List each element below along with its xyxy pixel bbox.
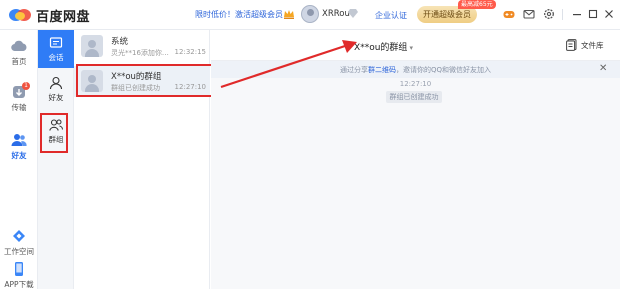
close-icon[interactable] xyxy=(603,8,615,20)
invite-notice-text: 通过分享群二维码，邀请你的QQ和微信好友加入 xyxy=(211,65,620,75)
file-library-label: 文件库 xyxy=(581,40,604,50)
nav-transfer[interactable]: 1 传输 xyxy=(0,82,38,113)
nav-friends[interactable]: 好友 xyxy=(0,133,38,161)
minimize-icon[interactable] xyxy=(571,8,583,20)
crown-icon[interactable] xyxy=(283,8,295,20)
avatar xyxy=(81,35,103,57)
chat-header: X**ou的群组 ▾ 文件库 xyxy=(211,30,620,61)
notice-prefix: 通过分享 xyxy=(339,66,368,74)
nav-app-download-label: APP下载 xyxy=(4,280,34,289)
nav-home[interactable]: 首页 xyxy=(0,39,38,67)
invite-notice-bar: 通过分享群二维码，邀请你的QQ和微信好友加入 ✕ xyxy=(211,61,620,78)
maximize-icon[interactable] xyxy=(587,8,599,20)
file-library-icon xyxy=(566,39,577,51)
tab-conversations-label: 会话 xyxy=(48,53,64,62)
friends-icon xyxy=(11,134,27,146)
transfer-badge: 1 xyxy=(22,82,30,90)
message-timestamp: 12:27:10 xyxy=(399,80,432,88)
person-icon xyxy=(49,76,63,90)
nav-transfer-label: 传输 xyxy=(11,103,27,112)
chat-title-text: X**ou的群组 xyxy=(354,43,408,53)
nav-home-label: 首页 xyxy=(11,57,27,66)
workspace-icon xyxy=(13,230,25,242)
tab-friends-label: 好友 xyxy=(48,93,64,102)
chat-pane: X**ou的群组 ▾ 文件库 通过分享群二维码，邀请你的QQ和微信好友加入 ✕ 1… xyxy=(211,30,620,289)
nav-friends-label: 好友 xyxy=(11,151,27,160)
group-qrcode-link[interactable]: 群二维码 xyxy=(368,66,396,74)
app-name: 百度网盘 xyxy=(36,9,91,25)
file-library-button[interactable]: 文件库 xyxy=(566,38,604,52)
nav-workspace[interactable]: 工作空间 xyxy=(0,229,38,257)
vip-discount-badge: 最高减65元 xyxy=(458,0,496,9)
notice-suffix: ，邀请你的QQ和微信好友加入 xyxy=(395,66,492,74)
mail-icon[interactable] xyxy=(523,8,535,20)
settings-icon[interactable] xyxy=(543,8,555,20)
system-message: 群组已创建成功 xyxy=(386,91,442,103)
chat-nav: 会话 好友 群组 xyxy=(38,30,74,289)
user-avatar[interactable] xyxy=(301,5,319,23)
titlebar-divider xyxy=(562,9,563,20)
baidu-cloud-logo-icon xyxy=(9,9,31,21)
annotation-highlight-groups-tab xyxy=(40,113,68,153)
conversation-title: 系统 xyxy=(111,37,129,47)
promo-link[interactable]: 限时低价！激活超级会员 xyxy=(195,9,283,20)
tab-friends[interactable]: 好友 xyxy=(38,76,74,108)
diamond-icon[interactable] xyxy=(348,9,358,18)
nav-workspace-label: 工作空间 xyxy=(4,247,34,256)
conversation-preview: 灵光**16添加你… xyxy=(111,49,169,57)
title-bar: 百度网盘 限时低价！激活超级会员 XRRou 企业认证 开通超级会员 最高减65… xyxy=(0,0,620,30)
enterprise-verify-link[interactable]: 企业认证 xyxy=(375,10,407,21)
nav-app-download[interactable]: APP下载 xyxy=(0,262,38,289)
conversation-time: 12:32:15 xyxy=(174,48,206,56)
cloud-icon xyxy=(11,40,27,52)
app-logo: 百度网盘 xyxy=(7,5,90,25)
chevron-down-icon: ▾ xyxy=(409,44,413,52)
phone-icon xyxy=(15,262,23,276)
username[interactable]: XRRou xyxy=(322,9,350,19)
game-icon[interactable] xyxy=(503,8,515,20)
annotation-highlight-group-conversation xyxy=(76,64,214,97)
left-nav: 首页 1 传输 好友 工作空间 APP下载 xyxy=(0,30,38,289)
chat-icon xyxy=(49,37,63,48)
tab-conversations[interactable]: 会话 xyxy=(38,30,74,68)
conversation-item-system[interactable]: 系统 灵光**16添加你… 12:32:15 xyxy=(74,31,210,62)
close-icon[interactable]: ✕ xyxy=(599,63,607,74)
chat-title[interactable]: X**ou的群组 ▾ xyxy=(211,40,556,53)
